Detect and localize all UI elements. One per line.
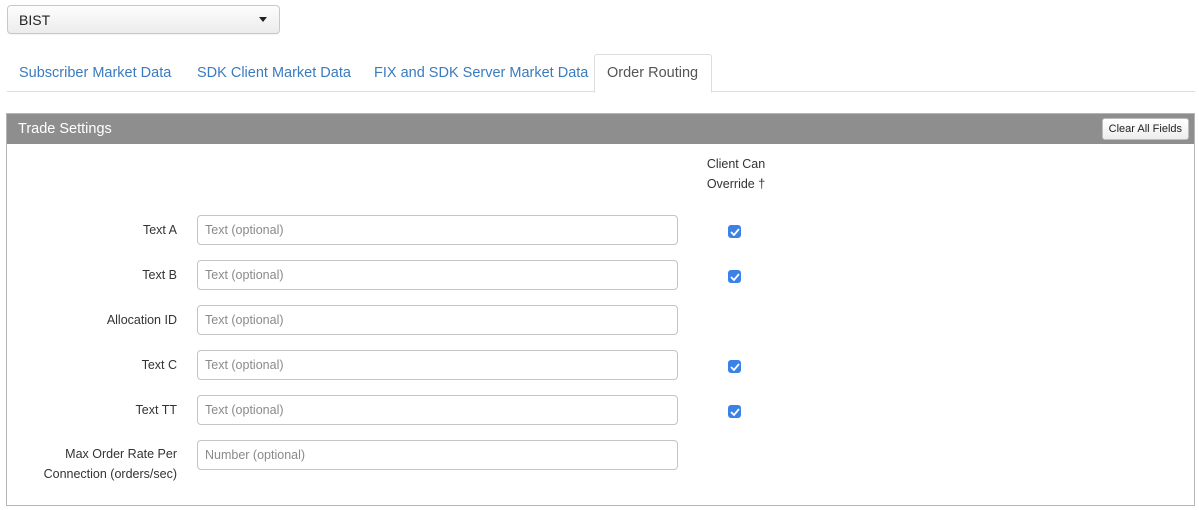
label-allocation-id: Allocation ID: [106, 313, 177, 327]
exchange-select[interactable]: BIST: [7, 5, 280, 34]
checkmark-icon: [729, 407, 740, 416]
caret-down-icon: [259, 17, 267, 22]
panel-title: Trade Settings: [18, 121, 112, 137]
text-b-override-checkbox[interactable]: [728, 270, 741, 283]
tab-subscriber-market-data[interactable]: Subscriber Market Data: [7, 54, 183, 92]
checkmark-icon: [729, 362, 740, 371]
max-order-rate-input[interactable]: [197, 440, 678, 470]
tab-bar: Subscriber Market Data SDK Client Market…: [7, 54, 1195, 93]
tab-sdk-client-market-data[interactable]: SDK Client Market Data: [185, 54, 363, 92]
clear-all-fields-button[interactable]: Clear All Fields: [1101, 118, 1189, 140]
checkmark-icon: [729, 272, 740, 281]
checkmark-icon: [729, 227, 740, 236]
tab-fix-sdk-server-market-data[interactable]: FIX and SDK Server Market Data: [362, 54, 600, 92]
override-header-line1: Client Can: [706, 157, 766, 171]
allocation-id-input[interactable]: [197, 305, 678, 335]
override-header-line2: Override †: [706, 177, 766, 191]
text-c-override-checkbox[interactable]: [728, 360, 741, 373]
tab-order-routing[interactable]: Order Routing: [594, 54, 712, 93]
text-a-input[interactable]: [197, 215, 678, 245]
text-tt-input[interactable]: [197, 395, 678, 425]
label-max-order-rate: Max Order Rate Per Connection (orders/se…: [44, 444, 177, 484]
label-text-c: Text C: [141, 358, 177, 372]
label-text-tt: Text TT: [135, 403, 177, 417]
text-b-input[interactable]: [197, 260, 678, 290]
label-text-b: Text B: [142, 268, 177, 282]
label-max-order-rate-line1: Max Order Rate Per: [65, 447, 177, 461]
text-c-input[interactable]: [197, 350, 678, 380]
text-a-override-checkbox[interactable]: [728, 225, 741, 238]
trade-settings-panel: Trade Settings Clear All Fields Client C…: [6, 113, 1195, 506]
client-can-override-header: Client Can Override †: [697, 154, 775, 194]
text-tt-override-checkbox[interactable]: [728, 405, 741, 418]
exchange-select-value: BIST: [19, 11, 51, 28]
panel-header: Trade Settings Clear All Fields: [7, 114, 1194, 144]
label-text-a: Text A: [142, 223, 177, 237]
label-max-order-rate-line2: Connection (orders/sec): [43, 467, 177, 481]
